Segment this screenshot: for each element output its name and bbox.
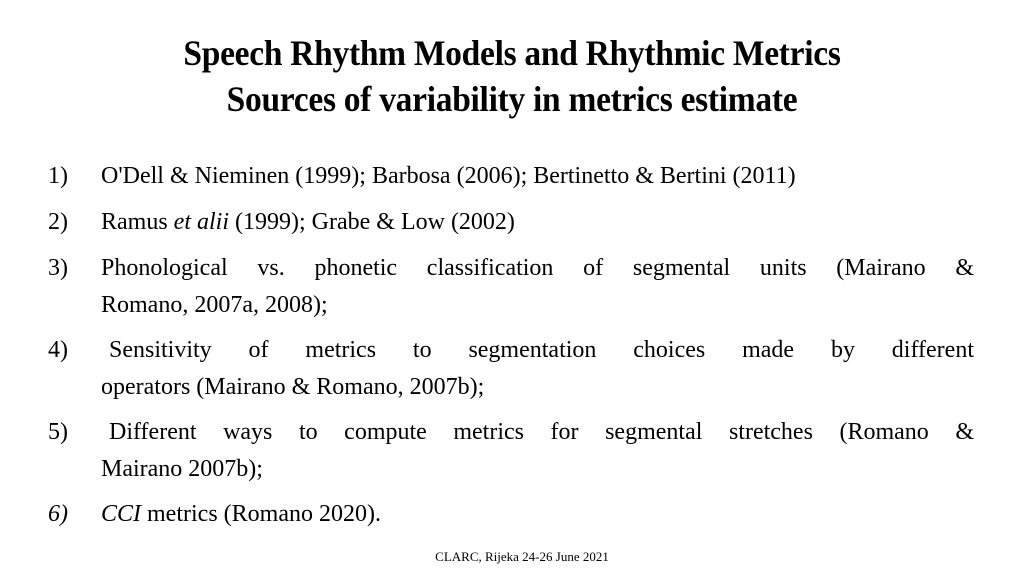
list-item: 6) CCI metrics (Romano 2020). <box>48 496 974 533</box>
slide-footer: CLARC, Rijeka 24-26 June 2021 <box>435 549 609 564</box>
item-number: 6) <box>48 501 68 527</box>
slide-title: Speech Rhythm Models and Rhythmic Metric… <box>0 30 1024 122</box>
title-line-1: Speech Rhythm Models and Rhythmic Metric… <box>183 33 841 73</box>
item-number: 4) <box>48 337 68 363</box>
item-text-line: Romano, 2007a, 2008); <box>101 292 328 318</box>
list-item: 4) Sensitivity of metrics to segmentatio… <box>48 332 974 406</box>
item-text-line: Sensitivity of metrics to segmentation c… <box>109 337 974 363</box>
title-line-2: Sources of variability in metrics estima… <box>226 79 798 119</box>
list-item: 3) Phonological vs. phonetic classificat… <box>48 250 974 324</box>
list-item: 5) Different ways to compute metrics for… <box>48 414 974 488</box>
item-text-line: Mairano 2007b); <box>101 456 263 482</box>
item-text-italic: et alii <box>173 209 229 235</box>
item-number: 2) <box>48 209 68 235</box>
item-text-suffix: metrics (Romano 2020). <box>141 501 381 527</box>
list-item: 1) O'Dell & Nieminen (1999); Barbosa (20… <box>48 158 974 195</box>
item-text-line: Different ways to compute metrics for se… <box>109 419 974 445</box>
item-number: 3) <box>48 255 68 281</box>
item-text-italic: CCI <box>101 501 142 527</box>
item-text: O'Dell & Nieminen (1999); Barbosa (2006)… <box>101 163 796 189</box>
item-text: CCI metrics (Romano 2020). <box>101 496 974 533</box>
numbered-list: 1) O'Dell & Nieminen (1999); Barbosa (20… <box>48 158 974 542</box>
item-text-suffix: (1999); Grabe & Low (2002) <box>229 209 515 235</box>
item-text-line: Phonological vs. phonetic classification… <box>101 255 974 281</box>
item-number: 1) <box>48 163 68 189</box>
list-item: 2) Ramus et alii (1999); Grabe & Low (20… <box>48 204 974 241</box>
item-text-prefix: Ramus <box>101 209 174 235</box>
item-text-line: operators (Mairano & Romano, 2007b); <box>101 374 485 400</box>
item-number: 5) <box>48 419 68 445</box>
item-text: Ramus et alii (1999); Grabe & Low (2002) <box>101 204 974 241</box>
